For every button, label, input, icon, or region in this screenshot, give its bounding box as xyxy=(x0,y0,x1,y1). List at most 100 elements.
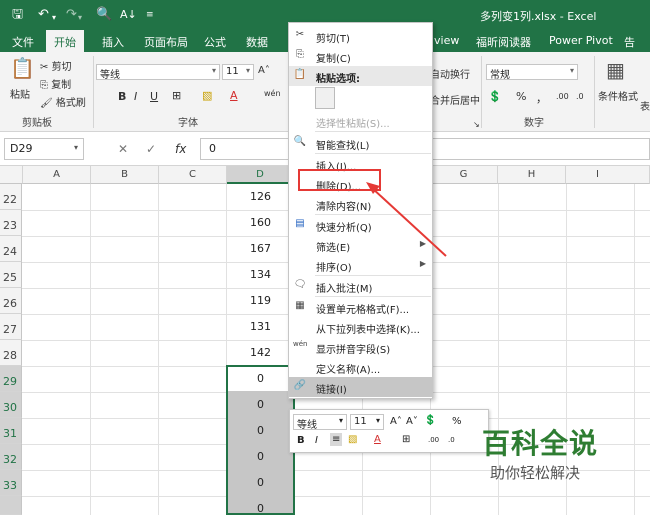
menu-item-clear-contents[interactable]: 清除内容(N) xyxy=(289,194,432,214)
bold-button[interactable]: B xyxy=(118,90,126,103)
align-center-icon[interactable]: ≡ xyxy=(330,433,343,446)
undo-dropdown-icon[interactable]: ▾ xyxy=(52,10,56,26)
fill-color-icon[interactable]: ▧ xyxy=(348,434,357,445)
customize-icon[interactable]: ≡ xyxy=(146,7,154,23)
tab-formulas[interactable]: 公式 xyxy=(204,34,226,50)
tab-file[interactable]: 文件 xyxy=(12,34,34,50)
font-name-select[interactable]: 等线 ▾ xyxy=(96,64,220,81)
tab-insert[interactable]: 插入 xyxy=(102,34,124,50)
increase-decimal-icon[interactable]: .00 xyxy=(428,436,439,444)
tab-home[interactable]: 开始 xyxy=(46,30,84,52)
sort-icon[interactable]: A↓ xyxy=(120,7,137,23)
cell-d25[interactable]: 134 xyxy=(227,268,294,281)
grow-font-icon[interactable]: A˄ xyxy=(258,65,270,76)
cell-d24[interactable]: 167 xyxy=(227,242,294,255)
name-box[interactable]: D29 ▾ xyxy=(4,138,84,160)
cell-d23[interactable]: 160 xyxy=(227,216,294,229)
shrink-font-icon[interactable]: A˅ xyxy=(406,416,418,427)
paste-icon[interactable]: 📋 xyxy=(10,56,35,80)
row-header[interactable]: 23 xyxy=(0,210,22,236)
mini-italic-button[interactable]: I xyxy=(315,435,318,446)
font-color-icon[interactable]: A xyxy=(374,434,381,445)
row-header[interactable]: 22 xyxy=(0,184,22,210)
menu-item-show-phonetic[interactable]: wén 显示拼音字段(S) xyxy=(289,337,432,357)
row-header[interactable]: 26 xyxy=(0,288,22,314)
conditional-format-icon[interactable]: ▦ xyxy=(606,58,625,82)
grow-font-icon[interactable]: A˄ xyxy=(390,416,402,427)
italic-button[interactable]: I xyxy=(134,90,137,103)
menu-item-format-cells[interactable]: ▦ 设置单元格格式(F)... xyxy=(289,297,432,317)
cell-d31[interactable]: 0 xyxy=(227,424,294,437)
column-header-selected[interactable]: D xyxy=(227,166,294,184)
row-header-selected[interactable]: 32 xyxy=(0,444,22,470)
cell-d30[interactable]: 0 xyxy=(227,398,294,411)
tab-tell-me[interactable]: 告 xyxy=(624,34,635,50)
row-header-selected[interactable]: 31 xyxy=(0,418,22,444)
redo-dropdown-icon[interactable]: ▾ xyxy=(78,10,82,26)
redo-icon[interactable]: ↷ xyxy=(66,7,77,23)
row-header-selected[interactable] xyxy=(0,496,22,515)
tab-page-layout[interactable]: 页面布局 xyxy=(144,34,188,50)
format-painter-button[interactable]: 🖌 格式刷 xyxy=(40,94,86,109)
row-header[interactable]: 27 xyxy=(0,314,22,340)
select-all-button[interactable] xyxy=(0,166,23,184)
currency-icon[interactable]: 💲 xyxy=(424,415,436,426)
menu-item-define-name[interactable]: 定义名称(A)... xyxy=(289,357,432,377)
tab-foxit[interactable]: 福昕阅读器 xyxy=(476,34,531,50)
decrease-decimal-icon[interactable]: .0 xyxy=(448,436,455,444)
enter-icon[interactable]: ✓ xyxy=(146,142,156,156)
font-size-select[interactable]: 11 ▾ xyxy=(222,64,254,80)
column-header[interactable]: G xyxy=(430,166,498,184)
cell-d22[interactable]: 126 xyxy=(227,190,294,203)
border-icon[interactable]: ⊞ xyxy=(172,89,181,102)
underline-button[interactable]: U xyxy=(150,90,158,103)
save-icon[interactable]: 🖫 xyxy=(12,7,23,23)
menu-item-smart-lookup[interactable]: 🔍 智能查找(L) xyxy=(289,133,432,153)
phonetic-icon[interactable]: wén xyxy=(264,89,281,98)
insert-function-icon[interactable]: fx xyxy=(175,142,186,156)
row-header-selected[interactable]: 29 xyxy=(0,366,22,392)
comma-button[interactable]: ， xyxy=(536,90,547,106)
menu-item-quick-analysis[interactable]: ▤ 快速分析(Q) xyxy=(289,215,432,235)
alignment-launcher-icon[interactable]: ↘ xyxy=(473,120,480,129)
tab-power-pivot[interactable]: Power Pivot xyxy=(549,34,613,47)
row-header-selected[interactable]: 33 xyxy=(0,470,22,496)
cell-d33[interactable]: 0 xyxy=(227,476,294,489)
column-header[interactable]: A xyxy=(23,166,91,184)
font-color-icon[interactable]: A xyxy=(230,89,238,102)
menu-item-paste-special[interactable]: 选择性粘贴(S)... xyxy=(289,111,432,131)
menu-item-sort[interactable]: 排序(O) ▶ xyxy=(289,255,432,275)
row-header[interactable]: 25 xyxy=(0,262,22,288)
cell-d34[interactable]: 0 xyxy=(227,502,294,515)
wrap-text-button[interactable]: 自动换行 xyxy=(430,66,470,81)
cut-button[interactable]: ✂ 剪切 xyxy=(40,58,72,73)
menu-item-cut[interactable]: ✂ 剪切(T) xyxy=(289,26,432,46)
cell-d27[interactable]: 131 xyxy=(227,320,294,333)
currency-icon[interactable]: 💲 xyxy=(488,90,502,103)
row-header[interactable]: 24 xyxy=(0,236,22,262)
paste-button[interactable]: 粘贴 xyxy=(10,86,30,101)
merge-center-button[interactable]: 合并后居中 xyxy=(430,92,480,107)
print-preview-icon[interactable]: 🔍 xyxy=(96,7,112,23)
menu-item-pick-from-list[interactable]: 从下拉列表中选择(K)... xyxy=(289,317,432,337)
menu-item-link[interactable]: 🔗 链接(I) xyxy=(289,377,432,397)
cell-d28[interactable]: 142 xyxy=(227,346,294,359)
paste-option-icon[interactable] xyxy=(315,87,335,109)
row-header-selected[interactable]: 30 xyxy=(0,392,22,418)
menu-item-filter[interactable]: 筛选(E) ▶ xyxy=(289,235,432,255)
tab-data[interactable]: 数据 xyxy=(246,34,268,50)
row-header[interactable]: 28 xyxy=(0,340,22,366)
conditional-format-button[interactable]: 条件格式 xyxy=(598,88,638,103)
column-header[interactable]: C xyxy=(159,166,227,184)
mini-bold-button[interactable]: B xyxy=(297,435,305,446)
menu-item-copy[interactable]: ⎘ 复制(C) xyxy=(289,46,432,66)
percent-button[interactable]: % xyxy=(516,90,526,103)
tab-view[interactable]: view xyxy=(434,34,459,47)
fill-color-icon[interactable]: ▧ xyxy=(202,89,212,102)
menu-item-insert-comment[interactable]: 🗨 插入批注(M) xyxy=(289,276,432,296)
mini-percent-button[interactable]: % xyxy=(452,416,462,427)
increase-decimal-icon[interactable]: .00 xyxy=(556,92,569,101)
column-header[interactable]: H xyxy=(498,166,566,184)
mini-font-select[interactable]: 等线 ▾ xyxy=(293,414,347,431)
border-icon[interactable]: ⊞ xyxy=(402,434,410,445)
